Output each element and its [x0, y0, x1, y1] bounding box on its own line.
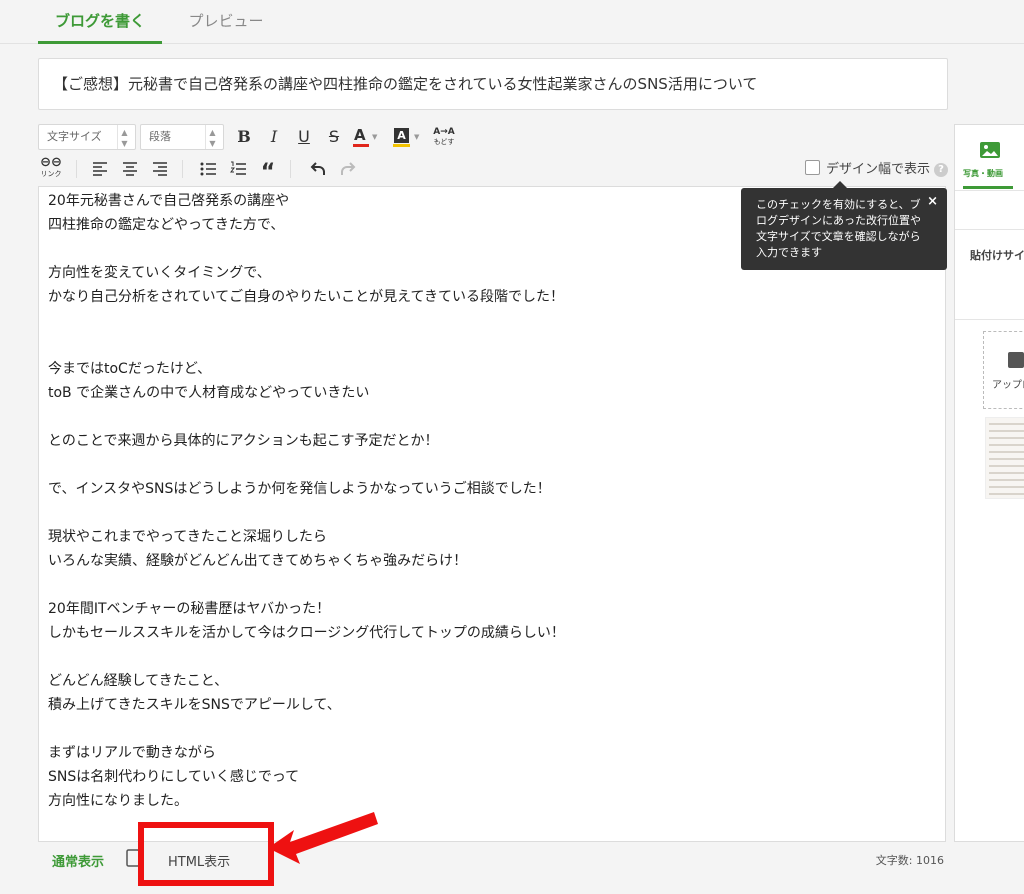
editor-line: 今まではtoCだったけど、: [48, 361, 212, 377]
editor-toolbar: 文字サイズ ▲ ▼ 段落 ▲ ▼ B I U S A ▼ A ▼ A→A もどす ⊖…: [38, 120, 948, 186]
tooltip-line: 文字サイズで文章を確認しながら: [756, 230, 921, 243]
undo-icon: [310, 162, 325, 175]
text-color-swatch: [353, 144, 369, 147]
editor-line: いろんな実績、経験がどんどん出てきてめちゃくちゃ強みだらけ！: [48, 553, 468, 569]
blog-editor-screen: ブログを書く プレビュー 【ご感想】元秘書で自己啓発系の講座や四柱推命の鑑定をさ…: [0, 0, 1024, 894]
undo-button[interactable]: [308, 156, 328, 182]
tab-write-blog[interactable]: ブログを書く: [38, 0, 162, 44]
chevron-down-icon: ▼: [414, 133, 420, 141]
align-left-icon: [93, 162, 107, 176]
toolbar-divider: [290, 160, 291, 178]
link-button[interactable]: ⊖⊖ リンク: [38, 156, 64, 182]
toolbar-divider: [182, 160, 183, 178]
side-divider: [955, 229, 1024, 230]
tab-bar: ブログを書く プレビュー: [0, 0, 1024, 44]
editor-line: どんどん経験してきたこと、: [48, 673, 229, 689]
design-width-tooltip: × このチェックを有効にすると、ブ ログデザインにあった改行位置や 文字サイズで…: [741, 181, 947, 270]
align-left-button[interactable]: [90, 156, 110, 182]
paste-size-label: 貼付けサイ: [970, 249, 1024, 262]
character-count: 文字数: 1016: [875, 854, 944, 867]
media-side-panel: 写真・動画 貼付けサイ アップロ: [954, 124, 1024, 842]
numbered-list-button[interactable]: [228, 156, 248, 182]
editor-line: toB で企業さんの中で人材育成などやっていきたい: [48, 385, 370, 401]
bullet-list-icon: [200, 162, 216, 176]
upload-label: アップロ: [992, 380, 1024, 391]
underline-button[interactable]: U: [294, 124, 314, 150]
align-right-icon: [153, 162, 167, 176]
editor-line: まずはリアルで動きながら: [48, 745, 216, 761]
editor-line: しかもセールススキルを活かして今はクロージング代行してトップの成績らしい！: [48, 625, 565, 641]
align-right-button[interactable]: [150, 156, 170, 182]
background-color-button[interactable]: A ▼: [392, 124, 422, 150]
design-width-label: デザイン幅で表示: [825, 162, 930, 177]
tab-photo-video-label: 写真・動画: [963, 169, 1003, 178]
paragraph-label: 段落: [149, 130, 171, 143]
align-center-button[interactable]: [120, 156, 140, 182]
active-tab-indicator: [963, 186, 1013, 189]
reset-format-button[interactable]: A→A もどす: [432, 124, 456, 150]
align-center-icon: [123, 162, 137, 176]
paragraph-select[interactable]: 段落 ▲ ▼: [140, 124, 224, 150]
editor-content[interactable]: 20年元秘書さんで自己啓発系の講座や 四柱推命の鑑定などやってきた方で、 方向性を変…: [39, 187, 945, 841]
tooltip-line: このチェックを有効にすると、ブ: [756, 198, 921, 211]
tooltip-line: ログデザインにあった改行位置や: [756, 214, 921, 227]
normal-view-button[interactable]: 通常表示: [52, 851, 104, 870]
text-color-button[interactable]: A ▼: [352, 124, 380, 150]
numbered-list-icon: [230, 161, 246, 175]
chevron-updown-icon: ▲ ▼: [117, 125, 131, 149]
editor-line: 20年間ITベンチャーの秘書歴はヤバかった！: [48, 601, 331, 617]
font-size-label: 文字サイズ: [47, 130, 102, 143]
highlight-swatch: [393, 144, 410, 147]
design-width-checkbox[interactable]: [804, 160, 820, 175]
strikethrough-button[interactable]: S: [324, 124, 344, 150]
help-icon[interactable]: ?: [934, 163, 948, 177]
editor-area[interactable]: 20年元秘書さんで自己啓発系の講座や 四柱推命の鑑定などやってきた方で、 方向性を変…: [38, 186, 946, 842]
reset-format-label: もどす: [433, 138, 455, 146]
editor-line: 方向性になりました。: [48, 793, 188, 809]
tooltip-line: 入力できます: [756, 246, 822, 259]
chevron-updown-icon: ▲ ▼: [205, 125, 219, 149]
editor-line: SNSは名刺代わりにしていく感じでって: [48, 769, 300, 785]
quote-button[interactable]: “: [258, 156, 278, 185]
italic-button[interactable]: I: [264, 124, 284, 150]
tab-preview[interactable]: プレビュー: [176, 0, 276, 44]
quote-icon: “: [260, 160, 276, 185]
highlight-icon: A: [394, 128, 409, 143]
upload-dropzone[interactable]: アップロ: [983, 331, 1024, 409]
image-icon: [980, 142, 1000, 158]
redo-button[interactable]: [338, 156, 358, 182]
editor-line: 積み上げてきたスキルをSNSでアピールして、: [48, 697, 341, 713]
link-label: リンク: [40, 170, 62, 178]
link-icon: ⊖⊖: [40, 155, 62, 170]
bullet-list-button[interactable]: [198, 156, 218, 182]
bold-button[interactable]: B: [234, 124, 254, 150]
close-icon[interactable]: ×: [927, 194, 938, 210]
font-size-select[interactable]: 文字サイズ ▲ ▼: [38, 124, 136, 150]
image-thumbnail[interactable]: [985, 417, 1024, 499]
annotation-arrow: [268, 812, 378, 864]
chevron-down-icon: ▼: [372, 133, 378, 141]
upload-icon: [1008, 352, 1024, 368]
editor-line: で、インスタやSNSはどうしようか何を発信しようかなっていうご相談でした！: [48, 481, 551, 497]
title-input[interactable]: 【ご感想】元秘書で自己啓発系の講座や四柱推命の鑑定をされている女性起業家さんのS…: [38, 58, 948, 110]
reset-format-icon: A→A: [433, 127, 455, 137]
editor-line: かなり自己分析をされていてご自身のやりたいことが見えてきている段階でした！: [48, 289, 565, 305]
side-divider: [955, 319, 1024, 320]
editor-line: とのことで来週から具体的にアクションも起こす予定だとか！: [48, 433, 439, 449]
design-width-toggle[interactable]: デザイン幅で表示 ?: [804, 160, 948, 180]
toolbar-divider: [76, 160, 77, 178]
redo-icon: [341, 162, 356, 175]
tab-photo-video[interactable]: 写真・動画: [955, 125, 1024, 191]
editor-line: 現状やこれまでやってきたこと深堀りしたら: [48, 529, 327, 545]
